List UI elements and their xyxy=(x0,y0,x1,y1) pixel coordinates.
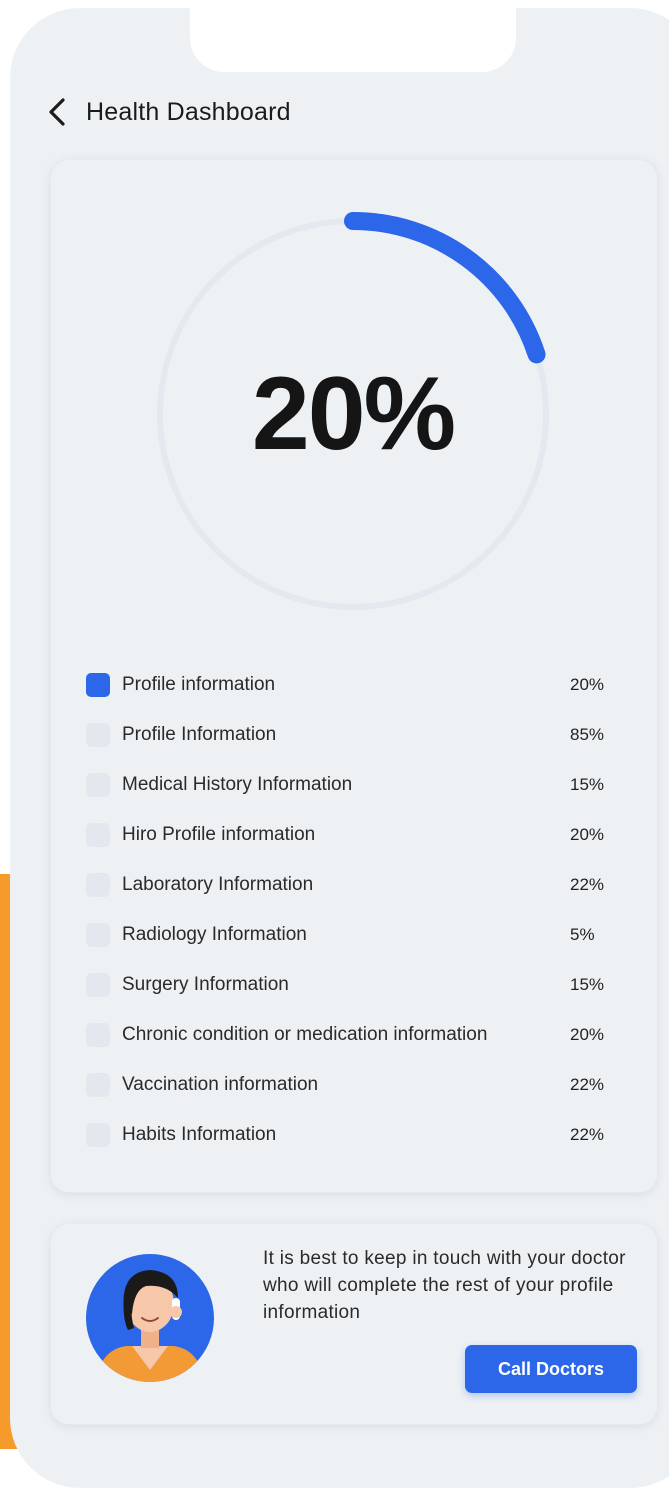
phone-screen: Health Dashboard 20% Profile information… xyxy=(10,8,669,1488)
contact-card: It is best to keep in touch with your do… xyxy=(51,1224,657,1424)
header: Health Dashboard xyxy=(46,92,291,132)
list-item[interactable]: Medical History Information 15% xyxy=(86,760,616,810)
checkbox[interactable] xyxy=(86,1073,110,1097)
list-item[interactable]: Profile Information 85% xyxy=(86,710,616,760)
list-item[interactable]: Surgery Information 15% xyxy=(86,960,616,1010)
item-label: Medical History Information xyxy=(122,774,353,795)
item-label: Hiro Profile information xyxy=(122,824,316,845)
item-label: Surgery Information xyxy=(122,974,289,995)
list-item[interactable]: Hiro Profile information 20% xyxy=(86,810,616,860)
item-percentage: 20% xyxy=(570,1025,605,1044)
item-label: Vaccination information xyxy=(122,1074,319,1095)
item-label: Profile Information xyxy=(122,724,277,745)
item-percentage: 22% xyxy=(570,1075,605,1094)
item-percentage: 85% xyxy=(570,725,605,744)
info-checklist: Profile information 20% Profile Informatio… xyxy=(86,660,616,1160)
progress-card: 20% Profile information 20% Profile Inform… xyxy=(51,160,657,1192)
item-percentage: 15% xyxy=(570,975,605,994)
list-item[interactable]: Profile information 20% xyxy=(86,660,616,710)
list-item[interactable]: Radiology Information 5% xyxy=(86,910,616,960)
checkbox[interactable] xyxy=(86,923,110,947)
phone-notch xyxy=(190,8,516,72)
item-label: Habits Information xyxy=(122,1124,277,1145)
item-percentage: 22% xyxy=(570,1125,605,1144)
list-item[interactable]: Chronic condition or medication informat… xyxy=(86,1010,616,1060)
item-label: Laboratory Information xyxy=(122,874,314,895)
item-label: Profile information xyxy=(122,674,276,695)
item-label: Radiology Information xyxy=(122,924,307,945)
checkbox[interactable] xyxy=(86,673,110,697)
item-percentage: 15% xyxy=(570,775,605,794)
item-label: Chronic condition or medication informat… xyxy=(122,1024,488,1045)
doctor-avatar xyxy=(86,1254,214,1382)
item-percentage: 20% xyxy=(570,675,605,694)
progress-gauge: 20% xyxy=(151,212,555,616)
list-item[interactable]: Habits Information 22% xyxy=(86,1110,616,1160)
item-percentage: 20% xyxy=(570,825,605,844)
checkbox[interactable] xyxy=(86,773,110,797)
progress-percentage: 20% xyxy=(251,355,456,472)
checkbox[interactable] xyxy=(86,1123,110,1147)
call-doctors-button[interactable]: Call Doctors xyxy=(465,1345,637,1393)
checkbox[interactable] xyxy=(86,1023,110,1047)
list-item[interactable]: Laboratory Information 22% xyxy=(86,860,616,910)
contact-message: It is best to keep in touch with your do… xyxy=(263,1248,626,1323)
checkbox[interactable] xyxy=(86,873,110,897)
page-title: Health Dashboard xyxy=(86,97,291,126)
item-percentage: 5% xyxy=(570,925,595,944)
checkbox[interactable] xyxy=(86,823,110,847)
chevron-left-icon[interactable] xyxy=(46,97,68,127)
checkbox[interactable] xyxy=(86,723,110,747)
item-percentage: 22% xyxy=(570,875,605,894)
checkbox[interactable] xyxy=(86,973,110,997)
list-item[interactable]: Vaccination information 22% xyxy=(86,1060,616,1110)
